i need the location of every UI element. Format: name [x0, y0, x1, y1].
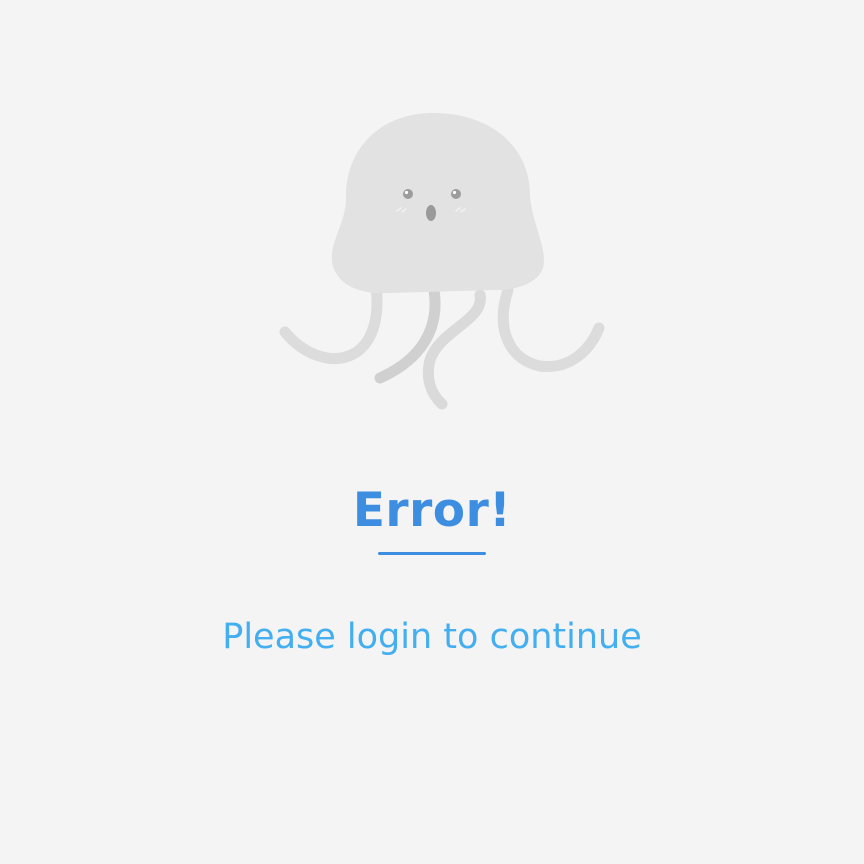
jellyfish-eye	[403, 189, 413, 199]
error-page: Error! Please login to continue	[0, 0, 864, 864]
jellyfish-icon	[279, 112, 605, 410]
title-divider	[378, 552, 486, 555]
jellyfish-eye	[451, 189, 461, 199]
login-message: Please login to continue	[222, 617, 642, 657]
jellyfish-tentacle	[497, 284, 605, 372]
jellyfish-tentacle	[279, 279, 383, 364]
jellyfish-mouth	[426, 205, 436, 221]
jellyfish-bell	[331, 112, 544, 294]
error-title: Error!	[352, 483, 512, 538]
